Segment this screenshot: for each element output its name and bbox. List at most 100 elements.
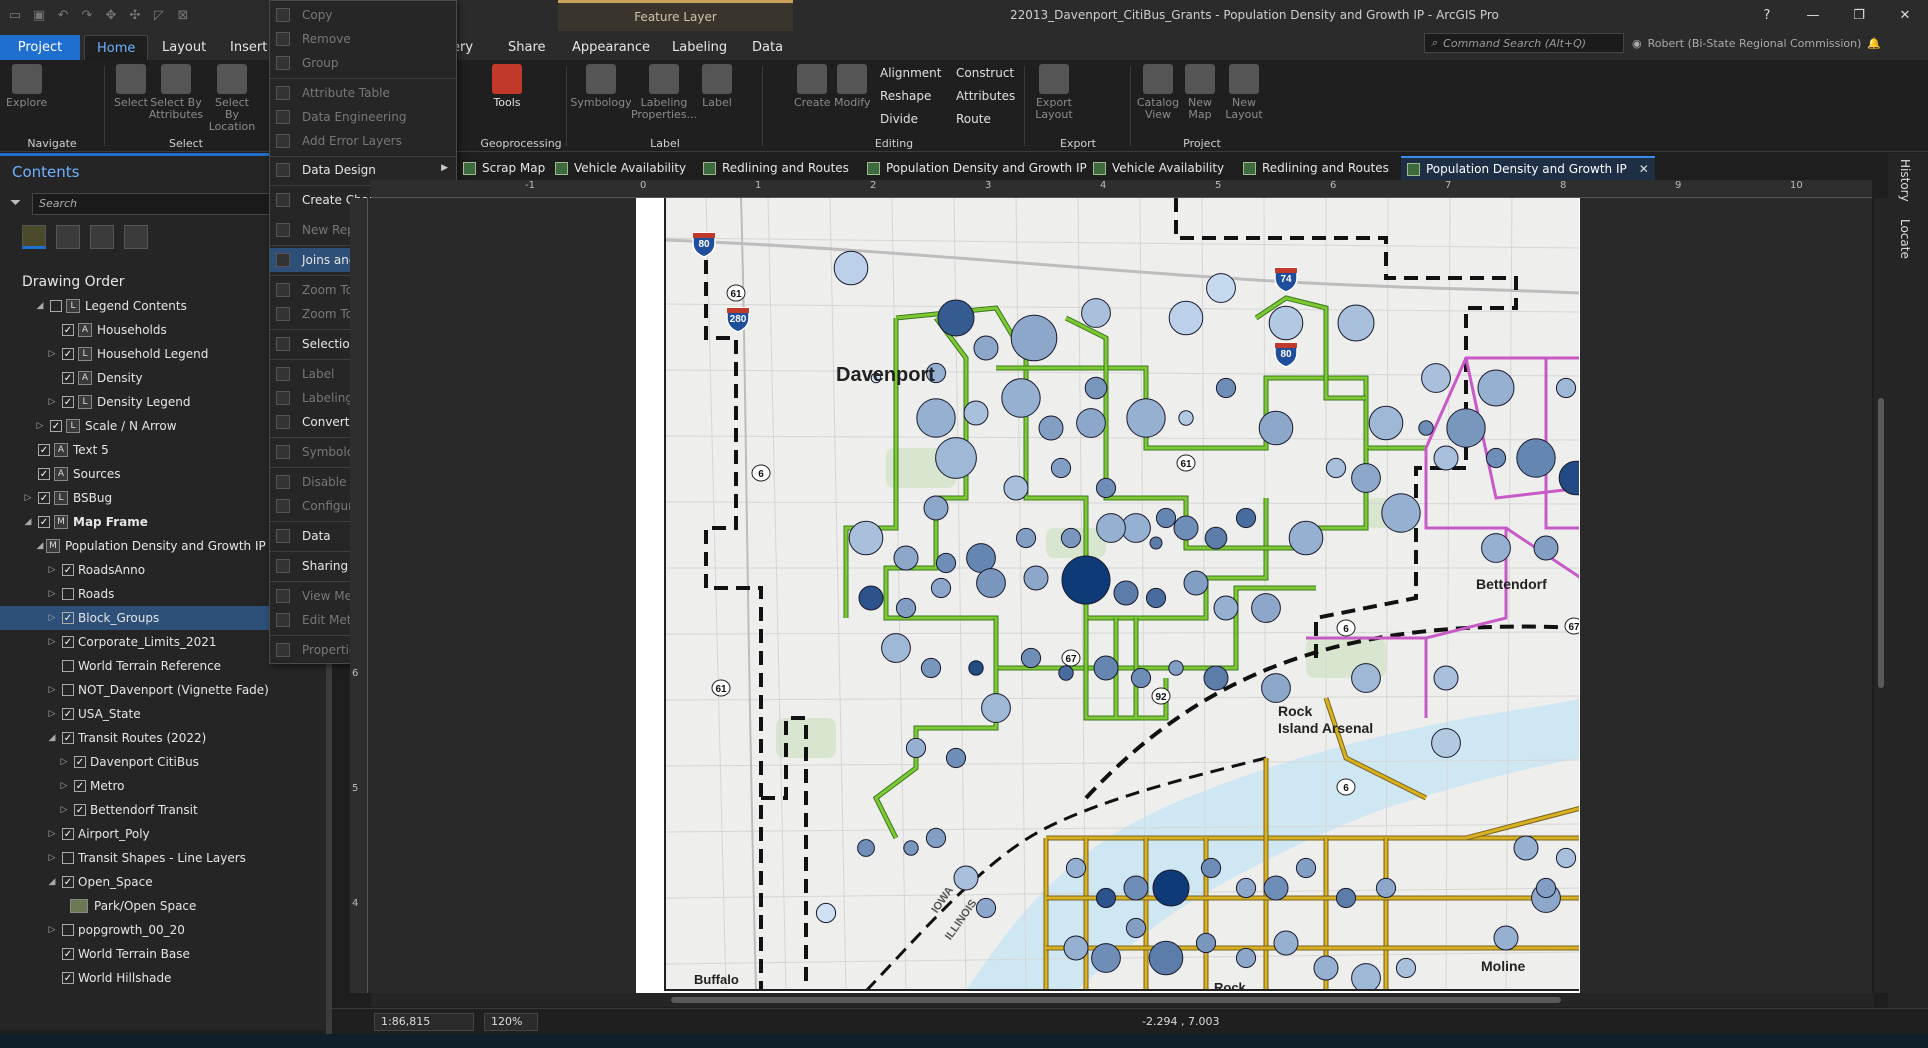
minimize-button[interactable]: —	[1790, 0, 1836, 31]
expand-toggle-icon[interactable]: ▷	[34, 421, 46, 431]
select-by-location-button[interactable]: Select By Location	[208, 64, 256, 133]
view-tab[interactable]: Redlining and Routes	[697, 156, 855, 180]
new-layout-button[interactable]: New Layout	[1222, 64, 1266, 121]
menu-item-data-engineering[interactable]: Data Engineering	[270, 105, 456, 129]
notification-icon[interactable]: 🔔	[1867, 37, 1881, 50]
layout-vertical-scrollbar[interactable]	[1874, 198, 1888, 993]
menu-item-group[interactable]: Group	[270, 51, 456, 75]
view-tab[interactable]: Vehicle Availability	[549, 156, 692, 180]
layer-row[interactable]: ◢ ✓ Open_Space	[0, 870, 332, 894]
expand-toggle-icon[interactable]: ▷	[46, 613, 58, 623]
tab-share[interactable]: Share	[496, 35, 558, 60]
visibility-checkbox[interactable]: ✓	[62, 708, 74, 720]
menu-item-copy[interactable]: Copy	[270, 3, 456, 27]
expand-toggle-icon[interactable]: ▷	[58, 781, 70, 791]
view-tab[interactable]: Redlining and Routes	[1237, 156, 1395, 180]
layer-row[interactable]: ◢ ✓ Transit Routes (2022)	[0, 726, 332, 750]
tab-project[interactable]: Project	[0, 35, 80, 60]
history-tab[interactable]: History	[1898, 159, 1912, 202]
expand-toggle-icon[interactable]: ◢	[46, 733, 58, 743]
visibility-checkbox[interactable]: ✓	[50, 420, 62, 432]
locate-tab[interactable]: Locate	[1898, 219, 1912, 259]
attributes-button[interactable]: Attributes	[956, 89, 1015, 103]
visibility-checkbox[interactable]	[50, 300, 62, 312]
explore-button[interactable]: Explore	[6, 64, 47, 109]
tab-layout[interactable]: Layout	[150, 35, 218, 60]
visibility-checkbox[interactable]: ✓	[74, 804, 86, 816]
reshape-button[interactable]: Reshape	[880, 89, 931, 103]
visibility-checkbox[interactable]	[62, 924, 74, 936]
layer-row[interactable]: Park/Open Space	[0, 894, 332, 918]
layout-horizontal-scrollbar[interactable]	[371, 993, 1874, 1007]
divide-button[interactable]: Divide	[880, 112, 918, 126]
help-button[interactable]: ?	[1744, 0, 1790, 31]
zoom-selector[interactable]: 120%	[484, 1013, 538, 1031]
scale-selector[interactable]: 1:86,815	[374, 1013, 474, 1031]
expand-toggle-icon[interactable]: ▷	[46, 709, 58, 719]
labeling-properties-button[interactable]: Labeling Properties...	[631, 64, 697, 121]
visibility-checkbox[interactable]: ✓	[38, 516, 50, 528]
alignment-button[interactable]: Alignment	[880, 66, 941, 80]
expand-toggle-icon[interactable]: ◢	[34, 301, 46, 311]
visibility-checkbox[interactable]	[62, 588, 74, 600]
map-frame[interactable]: 80 280 74 80 61 6 61 6 67 92 6 61 67 Davenport Bette…	[664, 198, 1579, 991]
layer-row[interactable]: ▷ popgrowth_00_20	[0, 918, 332, 942]
expand-toggle-icon[interactable]: ◢	[46, 877, 58, 887]
tab-labeling[interactable]: Labeling	[660, 35, 739, 60]
layer-row[interactable]: ▷ ✓ Airport_Poly	[0, 822, 332, 846]
layer-row[interactable]: ▷ ✓ Metro	[0, 774, 332, 798]
visibility-checkbox[interactable]: ✓	[62, 564, 74, 576]
visibility-checkbox[interactable]: ✓	[62, 732, 74, 744]
layer-row[interactable]: ▷ NOT_Davenport (Vignette Fade)	[0, 678, 332, 702]
list-by-drawing-order-icon[interactable]	[22, 225, 46, 249]
visibility-checkbox[interactable]: ✓	[62, 828, 74, 840]
view-tab[interactable]: Population Density and Growth IP	[861, 156, 1093, 180]
undo-icon[interactable]: ↶	[54, 6, 72, 24]
layer-row[interactable]: ✓ World Terrain Base	[0, 942, 332, 966]
expand-toggle-icon[interactable]: ▷	[58, 757, 70, 767]
filter-icon[interactable]: ⏷	[10, 195, 24, 211]
symbology-button[interactable]: Symbology	[570, 64, 632, 109]
list-by-data-source-icon[interactable]	[56, 225, 80, 249]
list-by-editing-icon[interactable]	[124, 225, 148, 249]
user-account[interactable]: ◉ Robert (Bi-State Regional Commission) 🔔	[1632, 37, 1881, 50]
layout-view[interactable]: 80 280 74 80 61 6 61 6 67 92 6 61 67 Davenport Bette…	[368, 198, 1872, 993]
visibility-checkbox[interactable]: ✓	[74, 780, 86, 792]
expand-toggle-icon[interactable]: ▷	[46, 349, 58, 359]
label-button[interactable]: Label	[702, 64, 732, 109]
pan-icon[interactable]: ✣	[126, 6, 144, 24]
visibility-checkbox[interactable]: ✓	[62, 324, 74, 336]
construct-button[interactable]: Construct	[956, 66, 1014, 80]
expand-toggle-icon[interactable]: ▷	[46, 565, 58, 575]
visibility-checkbox[interactable]: ✓	[62, 372, 74, 384]
visibility-checkbox[interactable]: ✓	[62, 612, 74, 624]
expand-toggle-icon[interactable]: ▷	[46, 829, 58, 839]
visibility-checkbox[interactable]: ✓	[38, 444, 50, 456]
visibility-checkbox[interactable]: ✓	[74, 756, 86, 768]
tab-data[interactable]: Data	[740, 35, 795, 60]
view-tab[interactable]: Population Density and Growth IP ✕	[1401, 156, 1655, 180]
expand-toggle-icon[interactable]: ▷	[46, 397, 58, 407]
view-tab[interactable]: Vehicle Availability	[1087, 156, 1230, 180]
visibility-checkbox[interactable]: ✓	[62, 636, 74, 648]
export-layout-button[interactable]: Export Layout	[1030, 64, 1078, 121]
expand-toggle-icon[interactable]: ▷	[46, 637, 58, 647]
restore-button[interactable]: ❐	[1836, 0, 1882, 31]
layer-row[interactable]: ▷ Transit Shapes - Line Layers	[0, 846, 332, 870]
menu-item-add-error-layers[interactable]: Add Error Layers	[270, 129, 456, 153]
visibility-checkbox[interactable]: ✓	[62, 348, 74, 360]
visibility-checkbox[interactable]	[62, 852, 74, 864]
tools-button[interactable]: Tools	[492, 64, 522, 109]
expand-toggle-icon[interactable]: ▷	[46, 925, 58, 935]
visibility-checkbox[interactable]: ✓	[62, 972, 74, 984]
menu-item-data-design[interactable]: Data Design ▶	[270, 158, 456, 182]
visibility-checkbox[interactable]: ✓	[38, 468, 50, 480]
layer-row[interactable]: ▷ ✓ Davenport CitiBus	[0, 750, 332, 774]
new-project-icon[interactable]: ▭	[6, 6, 24, 24]
menu-item-remove[interactable]: Remove	[270, 27, 456, 51]
tab-home[interactable]: Home	[84, 35, 149, 60]
menu-item-attribute-table[interactable]: Attribute Table	[270, 81, 456, 105]
select-by-attributes-button[interactable]: Select By Attributes	[149, 64, 203, 121]
create-button[interactable]: Create	[794, 64, 831, 109]
expand-toggle-icon[interactable]: ▷	[22, 493, 34, 503]
